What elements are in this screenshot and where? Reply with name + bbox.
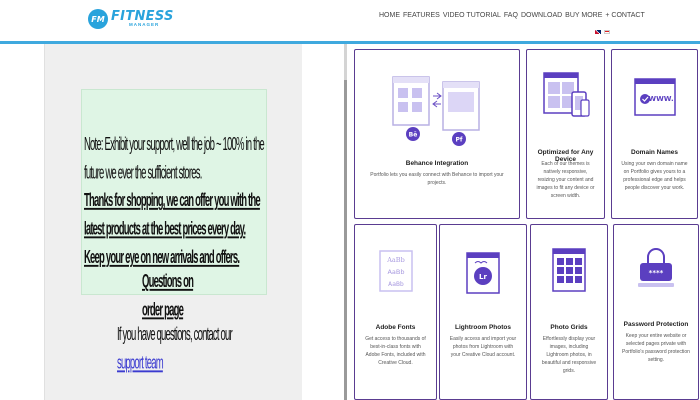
svg-text:****: **** — [649, 269, 664, 277]
notice-text: Note: Exhibit your support, well the job… — [84, 134, 265, 185]
feature-description: Effortlessly display your images, includ… — [541, 336, 597, 374]
app-root: FM FITNESS MANAGER HOME FEATURES VIDEO T… — [0, 0, 700, 400]
feature-description: Easily access and import your photos fro… — [449, 336, 517, 358]
feature-card-lightroom[interactable]: Lr Lightroom Photos Easily access and im… — [439, 224, 527, 400]
feature-title: Lightroom Photos — [455, 324, 511, 331]
feature-title: Photo Grids — [550, 324, 588, 331]
lightroom-icon: Lr — [440, 249, 526, 297]
lock-icon: **** — [614, 245, 698, 293]
features-grid: Bē Pf Behance Integration Portfolio lets… — [347, 44, 700, 400]
feature-card-fonts[interactable]: AaBb AaBb AaBb Adobe Fonts Get access to… — [354, 224, 437, 400]
feature-card-devices[interactable]: Optimized for Any Device Each of our the… — [526, 49, 605, 219]
svg-text:Pf: Pf — [455, 137, 462, 144]
feature-title: Adobe Fonts — [375, 324, 416, 331]
feature-card-domain[interactable]: WWW. Domain Names Using your own domain … — [611, 49, 698, 219]
logo-badge: FM — [88, 9, 108, 29]
svg-text:AaBb: AaBb — [387, 268, 404, 276]
brand-logo[interactable]: FM FITNESS MANAGER — [88, 8, 174, 30]
indonesia-flag-icon[interactable] — [604, 30, 610, 34]
nav-download[interactable]: DOWNLOAD — [521, 12, 562, 19]
logo-wordmark: FITNESS MANAGER — [111, 10, 174, 28]
feature-card-password[interactable]: **** Password Protection Keep your entir… — [613, 224, 699, 400]
feature-description: Each of our themes is natively responsiv… — [536, 161, 595, 199]
fonts-icon: AaBb AaBb AaBb — [355, 247, 436, 295]
support-text: If you have questions, contact our — [117, 324, 233, 346]
nav-video-tutorial[interactable]: VIDEO TUTORIAL — [443, 12, 501, 19]
svg-text:AaBb: AaBb — [388, 280, 404, 288]
grid-icon — [531, 245, 607, 295]
feature-description: Using your own domain name on Portfolio … — [621, 161, 688, 191]
behance-integration-icon: Bē Pf — [355, 72, 519, 152]
feature-description: Portfolio lets you easily connect with B… — [370, 172, 504, 186]
notice-link-text[interactable]: Questions on order page — [142, 268, 204, 325]
panel-gap — [302, 44, 346, 400]
nav-buy-more[interactable]: BUY MORE — [565, 12, 602, 19]
nav-features[interactable]: FEATURES — [403, 12, 440, 19]
nav-home[interactable]: HOME — [379, 12, 400, 19]
uk-flag-icon[interactable] — [595, 30, 601, 34]
domain-icon: WWW. — [612, 75, 697, 121]
support-link[interactable]: support team — [117, 353, 164, 374]
svg-text:Lr: Lr — [479, 273, 487, 281]
feature-title: Domain Names — [631, 149, 678, 156]
nav-faq[interactable]: FAQ — [504, 12, 518, 19]
notice-bold-text: Thanks for shopping, we can offer you wi… — [84, 190, 261, 269]
feature-description: Get access to thousands of best-in-class… — [365, 336, 426, 366]
logo-sub-text: MANAGER — [129, 22, 160, 28]
svg-text:AaBb: AaBb — [386, 256, 405, 264]
language-switcher — [595, 30, 610, 34]
feature-card-photo-grids[interactable]: Photo Grids Effortlessly display your im… — [530, 224, 608, 400]
main-nav: HOME FEATURES VIDEO TUTORIAL FAQ DOWNLOA… — [379, 12, 645, 19]
site-header: FM FITNESS MANAGER HOME FEATURES VIDEO T… — [0, 0, 700, 42]
feature-card-behance[interactable]: Bē Pf Behance Integration Portfolio lets… — [354, 49, 520, 219]
nav-contact[interactable]: + CONTACT — [605, 12, 644, 19]
feature-title: Behance Integration — [405, 160, 469, 167]
feature-title: Password Protection — [623, 321, 689, 328]
support-line: If you have questions, contact our suppo… — [117, 321, 237, 378]
svg-text:Bē: Bē — [409, 132, 418, 139]
feature-description: Keep your entire website or selected pag… — [622, 333, 690, 363]
devices-icon — [527, 70, 604, 120]
svg-text:WWW.: WWW. — [648, 95, 673, 103]
